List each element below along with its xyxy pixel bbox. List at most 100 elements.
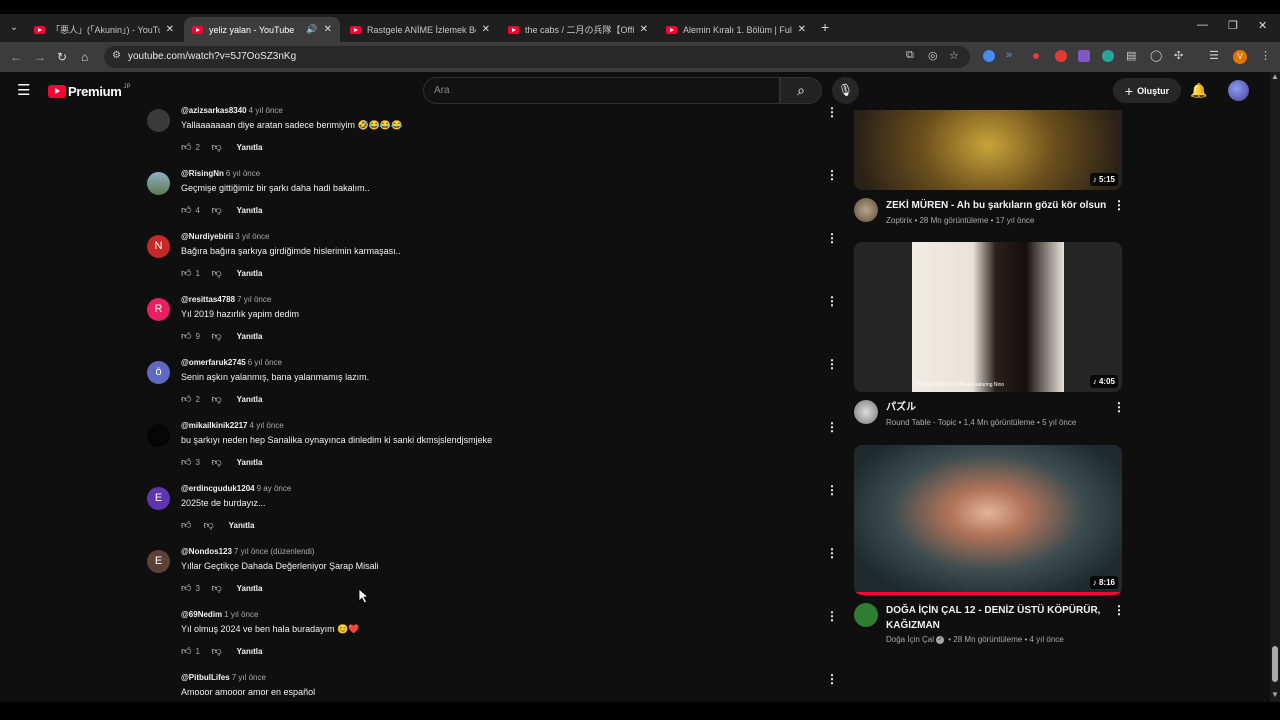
reply-button[interactable]: Yanıtla — [237, 269, 263, 278]
extensions-puzzle-icon[interactable]: ✣ — [1174, 49, 1183, 62]
browser-menu-icon[interactable]: ⋮ — [1260, 49, 1271, 62]
comment-time[interactable]: 3 yıl önce — [235, 232, 269, 241]
reply-button[interactable]: Yanıtla — [237, 143, 263, 152]
more-actions-icon[interactable]: ⋮ — [826, 610, 838, 622]
close-tab-icon[interactable]: ✕ — [798, 24, 806, 35]
video-thumbnail[interactable]: PUZZLE ROUND TABLE featuring Nino ♪ 4:05 — [854, 242, 1122, 392]
close-window-icon[interactable]: ✕ — [1258, 19, 1267, 32]
comment-time[interactable]: 7 yıl önce — [237, 295, 271, 304]
comment-author[interactable]: @Nurdiyebirii — [181, 232, 233, 241]
dislike-icon[interactable]: 👎︎ — [203, 519, 213, 531]
channel-name[interactable]: Round Table - Topic — [886, 418, 956, 427]
tab-yeliz-yalan[interactable]: yeliz yalan - YouTube 🔊 ✕ — [184, 17, 340, 42]
comment-author[interactable]: @Nondos123 — [181, 547, 232, 556]
tab-alemin-krali[interactable]: Alemin Kıralı 1. Bölüm | Full HD ✕ — [658, 17, 814, 42]
avatar[interactable]: R — [147, 298, 170, 321]
like-icon[interactable]: 👍︎ — [181, 393, 191, 405]
dislike-icon[interactable]: 👎︎ — [211, 393, 221, 405]
tracking-protection-icon[interactable]: ◎ — [928, 49, 938, 62]
comment-time[interactable]: 1 yıl önce — [224, 610, 258, 619]
extension-icon[interactable] — [1102, 50, 1114, 62]
dislike-icon[interactable]: 👎︎ — [211, 582, 221, 594]
like-icon[interactable]: 👍︎ — [181, 204, 191, 216]
like-icon[interactable]: 👍︎ — [181, 456, 191, 468]
channel-avatar[interactable] — [854, 603, 878, 627]
home-icon[interactable]: ⌂ — [81, 50, 88, 64]
page-scrollbar[interactable]: ▲ ▼ — [1270, 72, 1280, 702]
more-actions-icon[interactable]: ⋮ — [826, 484, 838, 496]
reply-button[interactable]: Yanıtla — [229, 521, 255, 530]
back-icon[interactable]: ← — [10, 50, 22, 64]
avatar[interactable] — [147, 109, 170, 132]
more-actions-icon[interactable]: ⋮ — [826, 547, 838, 559]
tab-rastgele-anime[interactable]: Rastgele ANİME İzlemek Beni Mutlu ✕ — [342, 17, 498, 42]
more-actions-icon[interactable]: ⋮ — [1113, 603, 1125, 617]
comment-author[interactable]: @PitbulLifes — [181, 673, 230, 682]
address-bar[interactable]: ⚙ youtube.com/watch?v=5J7OoSZ3nKg — [104, 46, 970, 68]
youtube-logo[interactable]: Premium JP — [48, 84, 131, 99]
extension-icon[interactable]: ▤ — [1126, 49, 1136, 62]
channel-avatar[interactable] — [854, 400, 878, 424]
channel-name[interactable]: Doğa İçin Çal — [886, 635, 934, 644]
like-icon[interactable]: 👍︎ — [181, 267, 191, 279]
reading-list-icon[interactable]: ☰ — [1209, 49, 1219, 62]
comment-time[interactable]: 7 yıl önce — [232, 673, 266, 682]
voice-search-button[interactable]: 🎙 — [832, 77, 859, 104]
like-icon[interactable]: 👍︎ — [181, 141, 191, 153]
avatar[interactable]: E — [147, 487, 170, 510]
more-actions-icon[interactable]: ⋮ — [826, 673, 838, 685]
more-actions-icon[interactable]: ⋮ — [826, 421, 838, 433]
more-actions-icon[interactable]: ⋮ — [826, 358, 838, 370]
more-actions-icon[interactable]: ⋮ — [826, 232, 838, 244]
more-actions-icon[interactable]: ⋮ — [826, 169, 838, 181]
scrollbar-thumb[interactable] — [1272, 646, 1278, 682]
close-tab-icon[interactable]: ✕ — [166, 24, 174, 35]
reply-button[interactable]: Yanıtla — [237, 206, 263, 215]
channel-avatar[interactable] — [854, 198, 878, 222]
tab-search-icon[interactable]: ⌄ — [6, 20, 22, 36]
comment-author[interactable]: @69Nedim — [181, 610, 222, 619]
tab-akunin[interactable]: 「悪人」(「Akunin」) - YouTube ✕ — [26, 17, 182, 42]
video-title[interactable]: DOĞA İÇİN ÇAL 12 - DENİZ ÜSTÜ KÖPÜRÜR, K… — [886, 603, 1114, 633]
video-thumbnail[interactable]: ♪ 5:15 — [854, 110, 1122, 190]
avatar[interactable] — [147, 424, 170, 447]
scroll-down-icon[interactable]: ▼ — [1271, 690, 1279, 699]
create-button[interactable]: + Oluştur — [1113, 78, 1181, 103]
restore-icon[interactable]: ❐ — [1228, 19, 1238, 32]
extension-icon[interactable] — [983, 50, 995, 62]
dislike-icon[interactable]: 👎︎ — [211, 141, 221, 153]
bookmark-star-icon[interactable]: ☆ — [949, 49, 959, 62]
more-actions-icon[interactable]: ⋮ — [826, 295, 838, 307]
like-icon[interactable]: 👍︎ — [181, 519, 191, 531]
reply-button[interactable]: Yanıtla — [237, 458, 263, 467]
more-actions-icon[interactable]: ⋮ — [1113, 198, 1125, 212]
extension-icon[interactable] — [1033, 53, 1039, 59]
comment-time[interactable]: 4 yıl önce — [249, 106, 283, 115]
dislike-icon[interactable]: 👎︎ — [211, 204, 221, 216]
profile-avatar[interactable]: V — [1233, 50, 1247, 64]
close-tab-icon[interactable]: ✕ — [640, 24, 648, 35]
comment-author[interactable]: @erdincguduk1204 — [181, 484, 255, 493]
notifications-bell-icon[interactable]: 🔔 — [1190, 82, 1207, 99]
search-input[interactable]: Ara — [423, 77, 780, 104]
comment-author[interactable]: @RisingNn — [181, 169, 224, 178]
comment-author[interactable]: @azizsarkas8340 — [181, 106, 247, 115]
close-tab-icon[interactable]: ✕ — [324, 24, 332, 35]
menu-icon[interactable]: ☰ — [17, 83, 30, 98]
comment-time[interactable]: 7 yıl önce (düzenlendi) — [234, 547, 315, 556]
reply-button[interactable]: Yanıtla — [237, 332, 263, 341]
avatar[interactable]: N — [147, 235, 170, 258]
avatar[interactable]: ö — [147, 361, 170, 384]
more-actions-icon[interactable]: ⋮ — [826, 106, 838, 118]
like-icon[interactable]: 👍︎ — [181, 645, 191, 657]
avatar[interactable] — [147, 613, 170, 636]
comment-time[interactable]: 6 yıl önce — [248, 358, 282, 367]
dislike-icon[interactable]: 👎︎ — [211, 456, 221, 468]
reply-button[interactable]: Yanıtla — [237, 584, 263, 593]
video-title[interactable]: パズル — [886, 400, 1114, 415]
search-button[interactable]: ⌕ — [780, 77, 822, 104]
comment-author[interactable]: @omerfaruk2745 — [181, 358, 246, 367]
extension-icon[interactable] — [1055, 50, 1067, 62]
more-actions-icon[interactable]: ⋮ — [1113, 400, 1125, 414]
extension-icon[interactable] — [1078, 50, 1090, 62]
